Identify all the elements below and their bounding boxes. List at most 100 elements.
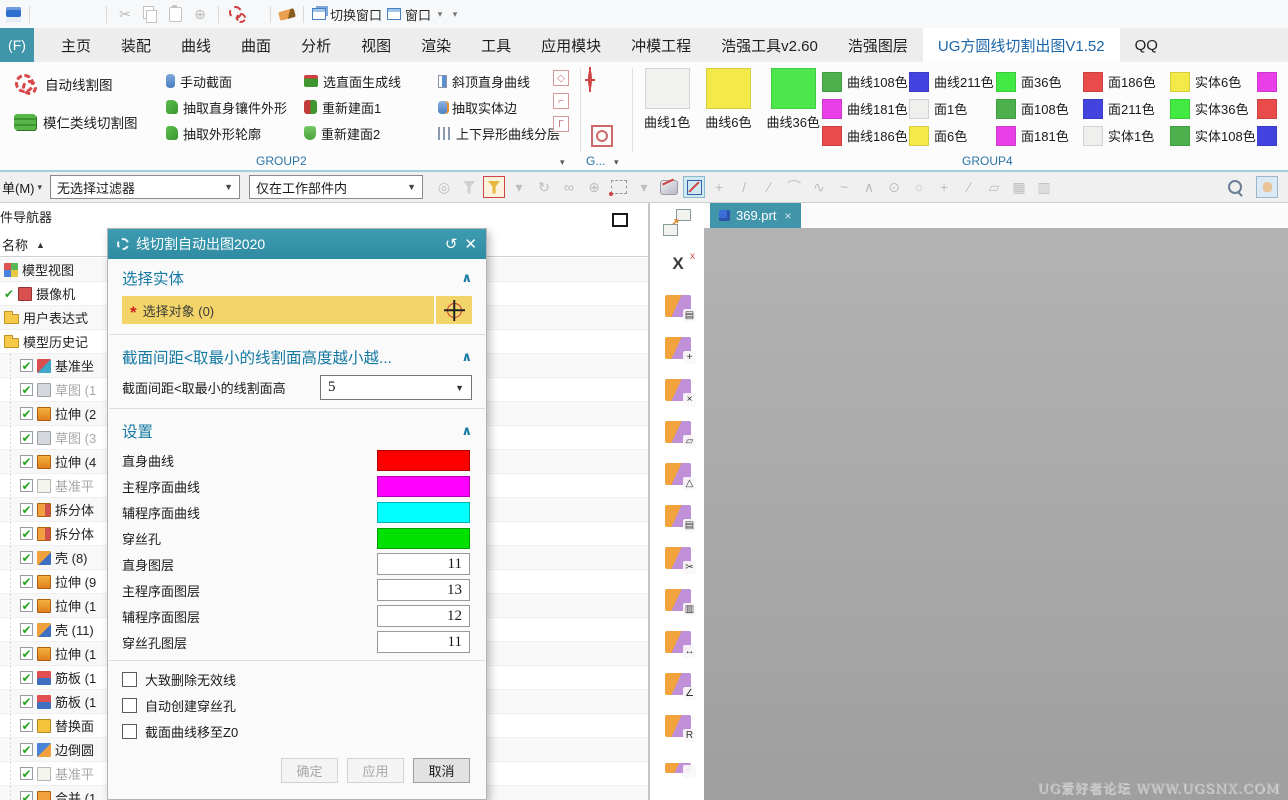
side-tool-icon[interactable]: + [665,337,696,364]
qat-icon[interactable] [38,4,58,24]
side-tool-icon[interactable]: × [665,379,696,406]
qat-icon[interactable]: ⊕ [190,4,210,24]
ribbon-big-button[interactable]: 自动线割图 [14,72,138,96]
toolbar-icon[interactable]: ▾ [508,176,530,198]
feature-checkbox[interactable] [20,599,33,612]
toolbar-icon[interactable]: ∧ [858,176,880,198]
color-picker[interactable] [377,449,470,471]
ribbon-tab[interactable]: UG方圆线切割出图V1.52 [922,28,1120,62]
view-tool-icon[interactable] [1256,176,1278,198]
spacing-combo[interactable]: 5 ▼ [320,375,472,400]
close-icon[interactable]: ✕ [464,235,477,253]
feature-checkbox[interactable] [20,455,33,468]
restore-window-button[interactable] [612,213,628,227]
ribbon-button[interactable]: 重新建面1 [304,94,401,120]
ribbon-tab[interactable]: 装配 [106,28,166,62]
color-swatch-button[interactable]: 曲线186色 [822,125,909,146]
feature-checkbox[interactable] [20,503,33,516]
side-tool-icon[interactable]: △ [665,463,696,490]
qat-icon[interactable]: ✂ [115,4,135,24]
feature-checkbox[interactable] [20,695,33,708]
ribbon-tab[interactable]: 分析 [286,28,346,62]
side-tool-icon[interactable]: ∠ [665,673,696,700]
toolbar-icon[interactable]: / [733,176,755,198]
feature-checkbox[interactable] [20,719,33,732]
toolbar-icon[interactable]: ⊕ [583,176,605,198]
point-dialog-button[interactable] [436,296,472,324]
ribbon-button[interactable]: 手动截面 [166,68,287,94]
color-swatch-button[interactable]: 曲线108色 [822,71,909,92]
toolbar-icon[interactable] [683,176,706,198]
layer-input[interactable]: 13 [377,579,470,601]
toolbar-icon[interactable]: ⌒ [783,176,805,198]
toolbar-icon[interactable]: ∿ [808,176,830,198]
select-object-field[interactable]: * 选择对象 (0) [122,296,434,324]
feature-checkbox[interactable] [20,743,33,756]
checkbox[interactable] [122,697,137,713]
feature-checkbox[interactable] [20,575,33,588]
qat-icon[interactable] [140,4,160,24]
ok-button[interactable]: 确定 [281,758,338,783]
checkbox[interactable] [122,671,137,687]
ribbon-mini-icon[interactable]: ◇ [553,70,569,86]
ribbon-tab[interactable]: 应用模块 [526,28,616,62]
ribbon-button[interactable]: 抽取直身镶件外形 [166,94,287,120]
group2-caret-icon[interactable]: ▾ [560,157,565,168]
feature-checkbox[interactable] [20,383,33,396]
ribbon-button[interactable]: 斜顶直身曲线 [438,68,560,94]
side-tool-icon[interactable]: ▥ [665,589,696,616]
ribbon-tab[interactable]: 视图 [346,28,406,62]
menu-button[interactable]: 单(M) ▾ [2,178,42,197]
feature-checkbox[interactable] [20,647,33,660]
color-swatch-button[interactable]: 曲线181色 [822,98,909,119]
apply-button[interactable]: 应用 [347,758,404,783]
window-menu-button[interactable]: 窗口 ▾ [387,4,445,24]
toolbar-icon[interactable]: ∕ [958,176,980,198]
feature-checkbox[interactable] [20,671,33,684]
toolbar-icon[interactable]: ▥ [1033,176,1055,198]
groupg-caret-icon[interactable]: ▾ [614,157,619,168]
cancel-button[interactable]: 取消 [413,758,470,783]
color-swatch-button[interactable]: 曲线36色 [766,68,820,131]
ribbon-tab[interactable]: QQ [1120,28,1173,62]
qat-icon[interactable] [303,5,304,23]
color-swatch-button[interactable]: 面6色 [909,125,996,146]
color-picker[interactable] [377,527,470,549]
toolbar-icon[interactable] [608,176,630,198]
toolbar-icon[interactable]: + [708,176,730,198]
ribbon-tab[interactable]: 冲模工程 [616,28,706,62]
selection-filter-combo[interactable]: 无选择过滤器 ▼ [50,175,241,199]
side-tool-icon[interactable]: ▱ [665,421,696,448]
color-swatch-button[interactable]: 面186色 [1083,71,1170,92]
ribbon-button[interactable]: 抽取外形轮廓 [166,120,287,146]
ribbon-tab[interactable]: 浩强图层 [833,28,923,62]
toolbar-icon[interactable]: ∞ [558,176,580,198]
graphics-canvas[interactable]: UG爱好者论坛 WWW.UGSNX.COM [704,228,1288,800]
color-swatch-button[interactable]: 实体108色 [1170,125,1257,146]
layer-input[interactable]: 11 [377,553,470,575]
color-swatch-button[interactable]: 曲线6色 [705,68,751,131]
feature-checkbox[interactable] [20,407,33,420]
feature-checkbox[interactable] [20,527,33,540]
qat-icon[interactable] [218,5,219,23]
ribbon-tab[interactable]: 主页 [46,28,106,62]
part-tab[interactable]: 369.prt × [710,203,801,228]
side-tool-icon[interactable]: X [665,251,695,275]
section-settings[interactable]: 设置 ∧ [108,414,486,447]
switch-window-button[interactable]: 切换窗口 [312,5,382,24]
qat-icon[interactable] [106,5,107,23]
color-swatch-button[interactable]: 实体6色 [1170,71,1257,92]
color-swatch-button[interactable]: 面181色 [996,125,1083,146]
ribbon-mini-icon[interactable]: Γ [553,116,569,132]
option-row[interactable]: 自动创建穿丝孔 [108,692,486,718]
color-swatch-button[interactable]: 面1色 [909,98,996,119]
ribbon-tab[interactable]: 浩强工具v2.60 [706,28,833,62]
close-tab-icon[interactable]: × [784,209,791,223]
color-swatch-button[interactable] [1257,125,1288,146]
point-on-face-icon[interactable] [591,125,613,147]
toolbar-icon[interactable] [658,176,680,198]
toolbar-icon[interactable]: + [933,176,955,198]
qat-icon[interactable] [252,4,262,24]
qat-overflow-icon[interactable]: ▾ [450,4,460,24]
panel-divider[interactable] [648,203,650,800]
